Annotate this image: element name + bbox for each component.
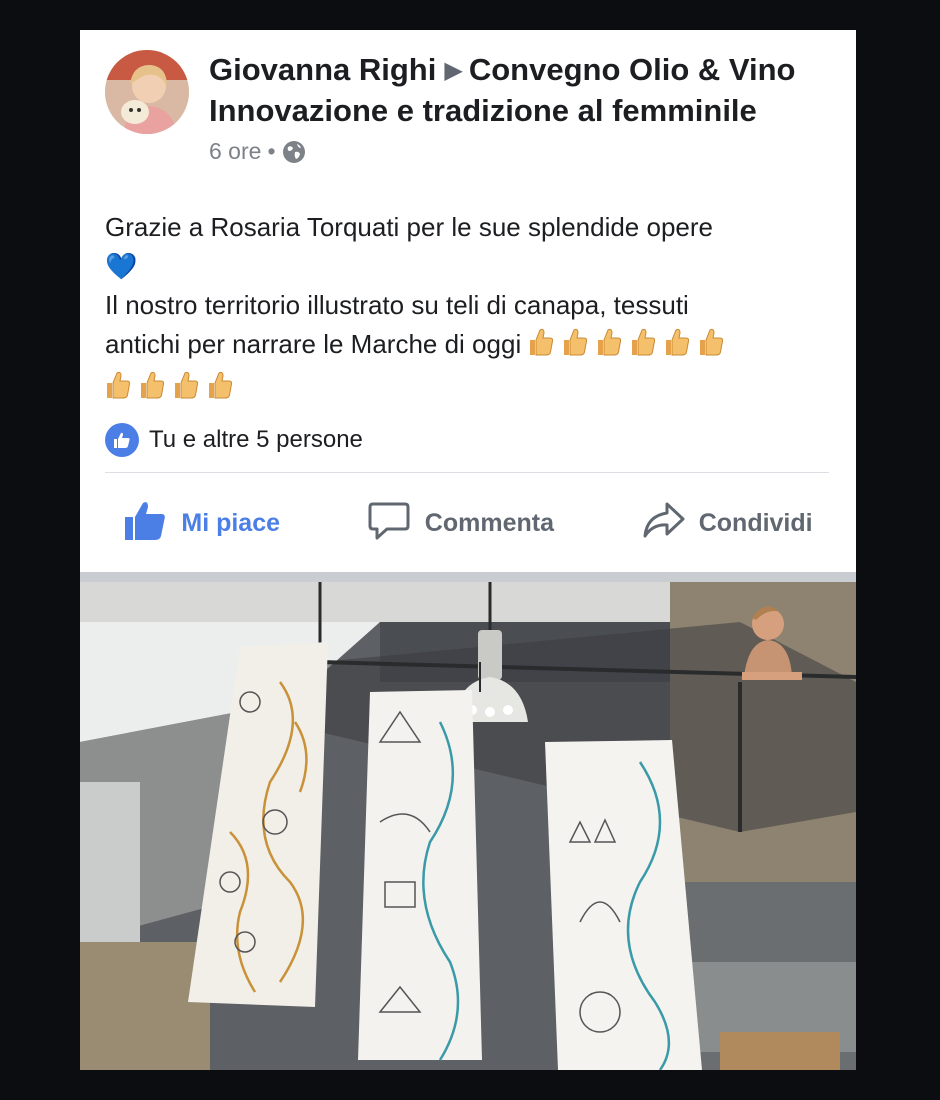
thumbs-up-emoji <box>207 370 233 411</box>
post-card: Giovanna Righi ▶ Convegno Olio & Vino Inno… <box>80 30 856 1070</box>
thumbs-up-emoji-group <box>528 328 732 359</box>
post-photo[interactable] <box>80 582 856 1070</box>
thumbs-up-emoji <box>528 327 554 368</box>
group-name[interactable]: Convegno Olio & Vino <box>469 52 796 87</box>
globe-icon <box>282 140 306 164</box>
thumbs-up-emoji <box>173 370 199 411</box>
post-text: Grazie a Rosaria Torquati per le sue spl… <box>105 208 835 411</box>
like-label: Mi piace <box>181 508 281 537</box>
author-avatar[interactable] <box>105 50 189 134</box>
meta-separator: • <box>267 138 276 164</box>
comment-button[interactable]: Commenta <box>367 498 554 549</box>
post-meta: 6 ore • <box>209 138 306 165</box>
blue-heart-emoji: 💙 <box>105 251 138 281</box>
thumbs-up-emoji <box>105 370 131 411</box>
arrow-right-icon: ▶ <box>444 57 463 84</box>
thumbs-up-emoji <box>139 370 165 411</box>
post-text-line-with-emoji: antichi per narrare le Marche di oggi <box>105 325 835 368</box>
thumbs-up-emoji <box>698 327 724 368</box>
share-button[interactable]: Condividi <box>641 498 813 549</box>
post-text-line: antichi per narrare le Marche di oggi <box>105 329 522 359</box>
post-actions-bar: Mi piace Commenta Condividi <box>80 495 856 551</box>
thumbs-up-icon <box>123 498 167 549</box>
divider <box>105 472 829 473</box>
thumbs-up-emoji-group <box>105 368 835 411</box>
post-text-line: Il nostro territorio illustrato su teli … <box>105 290 689 320</box>
like-button[interactable]: Mi piace <box>123 498 280 549</box>
thumbs-up-emoji <box>596 327 622 368</box>
post-header: Giovanna Righi ▶ Convegno Olio & Vino Inno… <box>209 50 839 131</box>
group-name-line2[interactable]: Innovazione e tradizione al femminile <box>209 93 757 128</box>
comment-icon <box>367 498 411 549</box>
thumbs-up-emoji <box>630 327 656 368</box>
post-text-line: Grazie a Rosaria Torquati per le sue spl… <box>105 212 713 242</box>
like-badge-icon <box>105 423 139 457</box>
share-icon <box>641 498 685 549</box>
post-time[interactable]: 6 ore <box>209 138 261 165</box>
thumbs-up-emoji <box>562 327 588 368</box>
comment-label: Commenta <box>424 508 554 537</box>
share-label: Condividi <box>698 508 813 537</box>
reactions-text: Tu e altre 5 persone <box>149 426 363 453</box>
thumbs-up-emoji <box>664 327 690 368</box>
author-name[interactable]: Giovanna Righi <box>209 52 436 87</box>
reactions-summary[interactable]: Tu e altre 5 persone <box>105 423 363 457</box>
